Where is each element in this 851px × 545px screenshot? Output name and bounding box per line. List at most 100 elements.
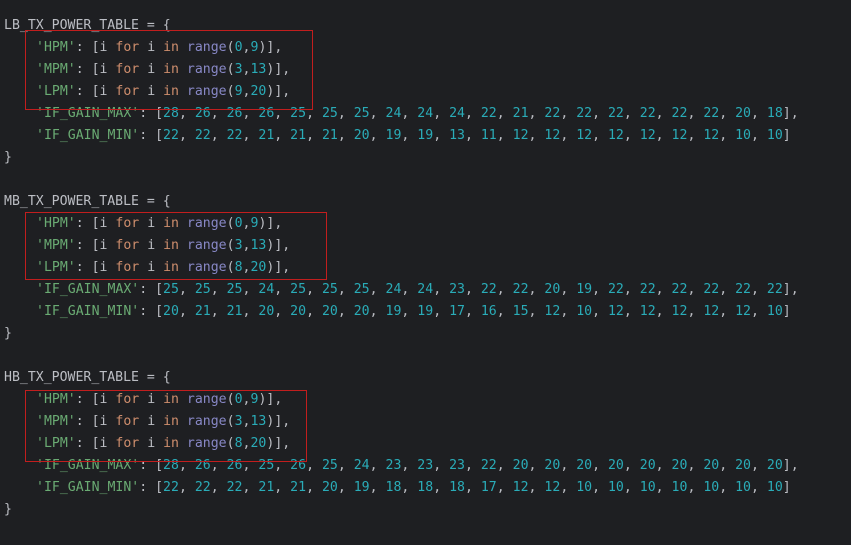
comma: ,: [401, 128, 418, 143]
comma: ,: [560, 106, 577, 121]
table-close-line[interactable]: }: [4, 147, 12, 169]
mode-row-line[interactable]: 'LPM': [i for i in range(8,20)],: [4, 257, 290, 279]
gain-value: 12: [544, 480, 561, 495]
comma: ,: [496, 480, 513, 495]
if-gain-min-line[interactable]: 'IF_GAIN_MIN': [22, 22, 22, 21, 21, 20, …: [4, 477, 791, 499]
comma: ,: [687, 304, 704, 319]
comma: ,: [592, 304, 608, 319]
gain-value: 20: [258, 304, 275, 319]
range-end: 13: [250, 238, 267, 253]
table-close-line[interactable]: }: [4, 323, 12, 345]
comma: ,: [687, 128, 704, 143]
mode-row-line[interactable]: 'MPM': [i for i in range(3,13)],: [4, 59, 290, 81]
if-gain-min-line[interactable]: 'IF_GAIN_MIN': [22, 22, 22, 21, 21, 21, …: [4, 125, 791, 147]
table-header-line[interactable]: LB_TX_POWER_TABLE = {: [4, 15, 171, 37]
if-gain-min-line[interactable]: 'IF_GAIN_MIN': [20, 21, 21, 20, 20, 20, …: [4, 301, 791, 323]
list-open: : [: [139, 282, 164, 297]
keyword-for: for: [115, 216, 140, 231]
comma: ,: [369, 106, 386, 121]
range-function: range: [186, 238, 227, 253]
gain-value: 22: [163, 128, 179, 143]
gain-value: 22: [512, 282, 529, 297]
mode-row-line[interactable]: 'LPM': [i for i in range(9,20)],: [4, 81, 290, 103]
comma: ,: [401, 282, 418, 297]
list-open: : [: [75, 62, 100, 77]
comma: ,: [401, 106, 418, 121]
comma: ,: [719, 282, 736, 297]
mode-row-line[interactable]: 'HPM': [i for i in range(0,9)],: [4, 37, 282, 59]
mode-row-line[interactable]: 'MPM': [i for i in range(3,13)],: [4, 411, 290, 433]
gain-value: 22: [480, 458, 497, 473]
comma: ,: [592, 128, 608, 143]
gain-value: 26: [290, 458, 307, 473]
comma: ,: [655, 480, 672, 495]
gain-value: 12: [607, 128, 624, 143]
if-gain-max-line[interactable]: 'IF_GAIN_MAX': [28, 26, 26, 26, 25, 25, …: [4, 103, 799, 125]
comma: ,: [719, 458, 736, 473]
gain-value: 18: [417, 480, 434, 495]
mode-row-line[interactable]: 'HPM': [i for i in range(0,9)],: [4, 389, 282, 411]
if-gain-max-line[interactable]: 'IF_GAIN_MAX': [28, 26, 26, 25, 26, 25, …: [4, 455, 799, 477]
comma: ,: [242, 458, 259, 473]
gain-value: 22: [480, 106, 497, 121]
gain-value: 23: [385, 458, 402, 473]
range-start: 0: [234, 216, 243, 231]
if-gain-max-line[interactable]: 'IF_GAIN_MAX': [25, 25, 25, 24, 25, 25, …: [4, 279, 799, 301]
list-open: : [: [75, 260, 100, 275]
comma: ,: [306, 106, 322, 121]
row-close: )],: [266, 436, 291, 451]
gain-value: 21: [290, 128, 307, 143]
comma: ,: [560, 480, 577, 495]
mode-row-line[interactable]: 'MPM': [i for i in range(3,13)],: [4, 235, 290, 257]
comma: ,: [337, 128, 354, 143]
gain-value: 24: [385, 106, 402, 121]
gain-value: 20: [353, 304, 370, 319]
gain-value: 28: [163, 458, 179, 473]
gain-value: 22: [766, 282, 783, 297]
loop-variable: i: [139, 84, 164, 99]
gain-value: 10: [576, 480, 593, 495]
gain-value: 26: [194, 106, 211, 121]
paren-open: (: [226, 436, 235, 451]
loop-variable: i: [139, 216, 164, 231]
table-close-line[interactable]: }: [4, 499, 12, 521]
comma: ,: [528, 128, 545, 143]
gain-key: 'IF_GAIN_MAX': [36, 106, 140, 121]
gain-value: 20: [576, 458, 593, 473]
comma: ,: [242, 282, 259, 297]
gain-value: 19: [385, 128, 402, 143]
mode-row-line[interactable]: 'HPM': [i for i in range(0,9)],: [4, 213, 282, 235]
gain-value: 10: [671, 480, 688, 495]
comma: ,: [623, 128, 640, 143]
keyword-in: in: [163, 216, 179, 231]
comma: ,: [655, 458, 672, 473]
gain-value: 17: [480, 480, 497, 495]
paren-open: (: [226, 238, 235, 253]
code-editor[interactable]: LB_TX_POWER_TABLE = {'HPM': [i for i in …: [0, 0, 851, 545]
comma: ,: [242, 304, 259, 319]
table-header-line[interactable]: MB_TX_POWER_TABLE = {: [4, 191, 171, 213]
mode-row-line[interactable]: 'LPM': [i for i in range(8,20)],: [4, 433, 290, 455]
table-header-line[interactable]: HB_TX_POWER_TABLE = {: [4, 367, 171, 389]
loop-variable: i: [139, 392, 164, 407]
mode-key: 'LPM': [36, 84, 76, 99]
gain-value: 20: [512, 458, 529, 473]
list-open: : [: [75, 40, 100, 55]
gain-value: 19: [576, 282, 593, 297]
gain-value: 24: [417, 106, 434, 121]
range-start: 3: [234, 62, 243, 77]
gain-value: 23: [417, 458, 434, 473]
comma: ,: [401, 304, 418, 319]
range-function: range: [186, 392, 227, 407]
gain-value: 28: [163, 106, 179, 121]
paren-open: (: [226, 62, 235, 77]
gain-value: 12: [703, 304, 720, 319]
comma: ,: [687, 480, 704, 495]
comma: ,: [655, 128, 672, 143]
loop-expression: i: [99, 414, 116, 429]
keyword-for: for: [115, 40, 140, 55]
